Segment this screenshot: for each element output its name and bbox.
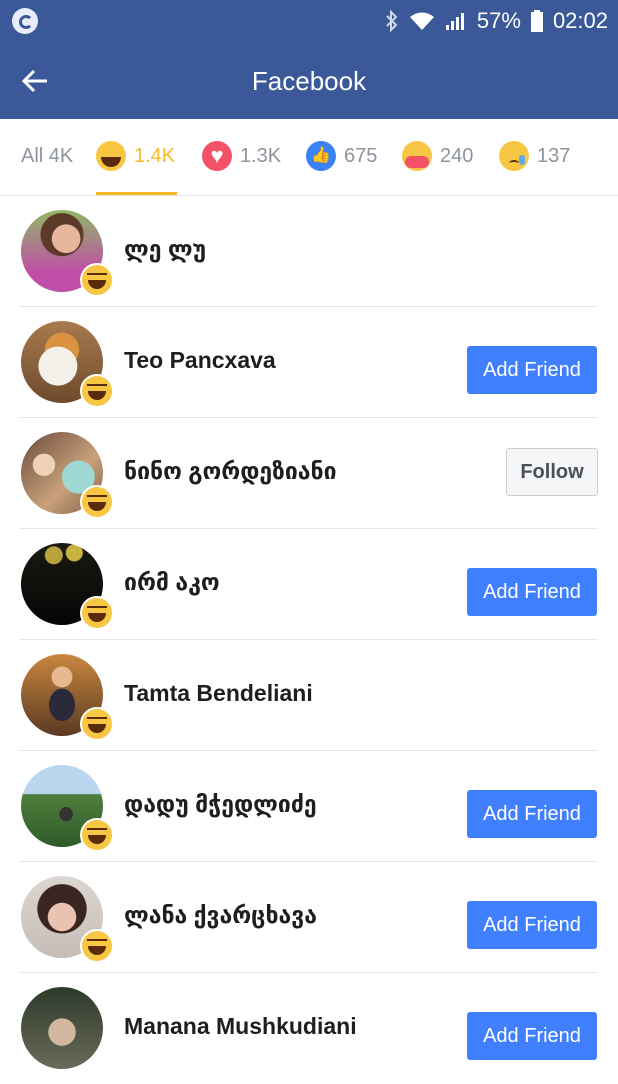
- status-icons: 57% 02:02: [385, 6, 608, 36]
- list-item[interactable]: Tamta Bendeliani: [0, 640, 618, 751]
- add-friend-button[interactable]: Add Friend: [467, 1012, 597, 1060]
- add-friend-button[interactable]: Add Friend: [467, 346, 597, 394]
- tab-like[interactable]: 675: [306, 119, 377, 193]
- list-item[interactable]: ნინო გორდეზიანი Follow: [0, 418, 618, 529]
- person-name[interactable]: ლე ლუ: [124, 236, 206, 263]
- person-name[interactable]: ლანა ქვარცხავა: [124, 902, 317, 929]
- haha-reaction-icon: [80, 818, 114, 852]
- person-name[interactable]: ნინო გორდეზიანი: [124, 458, 337, 485]
- sad-reaction-icon: [499, 141, 529, 171]
- list-item[interactable]: დადუ მჭედლიძე Add Friend: [0, 751, 618, 862]
- tab-sad[interactable]: 137: [499, 119, 570, 193]
- follow-button[interactable]: Follow: [506, 448, 598, 496]
- person-name[interactable]: ირმ აკო: [124, 569, 220, 596]
- haha-reaction-icon: [80, 707, 114, 741]
- person-name[interactable]: Teo Pancxava: [124, 347, 276, 374]
- bluetooth-icon: [385, 10, 399, 32]
- care-reaction-icon: [402, 141, 432, 171]
- list-item[interactable]: ირმ აკო Add Friend: [0, 529, 618, 640]
- tab-haha-count: 1.4K: [134, 144, 176, 167]
- tab-all[interactable]: All 4K: [21, 119, 73, 193]
- add-friend-button[interactable]: Add Friend: [467, 790, 597, 838]
- person-name[interactable]: დადუ მჭედლიძე: [124, 791, 317, 818]
- haha-reaction-icon: [80, 263, 114, 297]
- reaction-tabs: All 4K 1.4K 1.3K 675 240 137: [0, 119, 618, 196]
- list-item[interactable]: ლე ლუ: [0, 196, 618, 307]
- battery-icon: [530, 10, 543, 32]
- person-name[interactable]: Manana Mushkudiani: [124, 1013, 357, 1040]
- tab-love-count: 1.3K: [240, 144, 282, 167]
- tab-care[interactable]: 240: [402, 119, 473, 193]
- tab-all-label: All 4K: [21, 144, 74, 167]
- haha-reaction-icon: [80, 485, 114, 519]
- list-item[interactable]: ლანა ქვარცხავა Add Friend: [0, 862, 618, 973]
- tab-haha[interactable]: 1.4K: [96, 119, 177, 195]
- add-friend-button[interactable]: Add Friend: [467, 568, 597, 616]
- love-reaction-icon: [202, 141, 232, 171]
- tab-love[interactable]: 1.3K: [202, 119, 281, 193]
- person-name[interactable]: Tamta Bendeliani: [124, 680, 313, 707]
- tab-care-count: 240: [440, 144, 474, 167]
- app-notification-icon: [12, 8, 38, 34]
- app-header: Facebook: [0, 42, 618, 119]
- like-reaction-icon: [306, 141, 336, 171]
- add-friend-button[interactable]: Add Friend: [467, 901, 597, 949]
- haha-reaction-icon: [80, 929, 114, 963]
- tab-like-count: 675: [344, 144, 378, 167]
- signal-icon: [445, 11, 467, 31]
- status-bar: 57% 02:02: [0, 0, 618, 42]
- haha-reaction-icon: [80, 596, 114, 630]
- haha-reaction-icon: [80, 374, 114, 408]
- avatar[interactable]: [21, 987, 103, 1069]
- clock: 02:02: [552, 8, 608, 33]
- wifi-icon: [409, 11, 435, 31]
- list-item[interactable]: Teo Pancxava Add Friend: [0, 307, 618, 418]
- page-title: Facebook: [251, 66, 367, 96]
- list-item[interactable]: Manana Mushkudiani Add Friend: [0, 973, 618, 1084]
- haha-reaction-icon: [96, 141, 126, 171]
- tab-sad-count: 137: [537, 144, 571, 167]
- battery-percentage: 57%: [476, 8, 521, 33]
